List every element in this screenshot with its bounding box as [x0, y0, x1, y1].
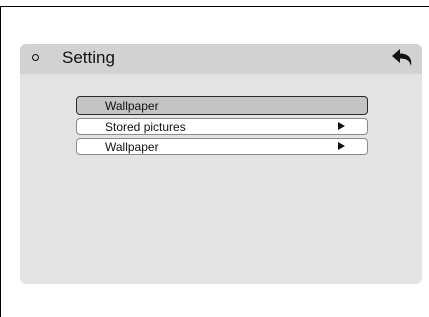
- settings-dialog: Setting Wallpaper Stored pictures Wallpa…: [20, 44, 422, 284]
- play-arrow-icon: [338, 122, 345, 130]
- back-arrow-icon[interactable]: [390, 46, 416, 70]
- menu-item-label: Stored pictures: [105, 120, 186, 134]
- menu-item-label: Wallpaper: [105, 99, 159, 113]
- dialog-header: Setting: [20, 44, 422, 74]
- settings-menu: Wallpaper Stored pictures Wallpaper: [76, 96, 368, 158]
- page-title: Setting: [62, 48, 115, 67]
- circle-bullet-icon: [32, 54, 39, 61]
- menu-item-label: Wallpaper: [105, 140, 159, 154]
- menu-item-stored-pictures[interactable]: Stored pictures: [76, 118, 368, 135]
- menu-item-wallpaper-2[interactable]: Wallpaper: [76, 138, 368, 155]
- frame-top-border: [0, 6, 429, 7]
- menu-item-wallpaper[interactable]: Wallpaper: [76, 96, 368, 115]
- frame-left-border: [0, 6, 1, 317]
- play-arrow-icon: [338, 142, 345, 150]
